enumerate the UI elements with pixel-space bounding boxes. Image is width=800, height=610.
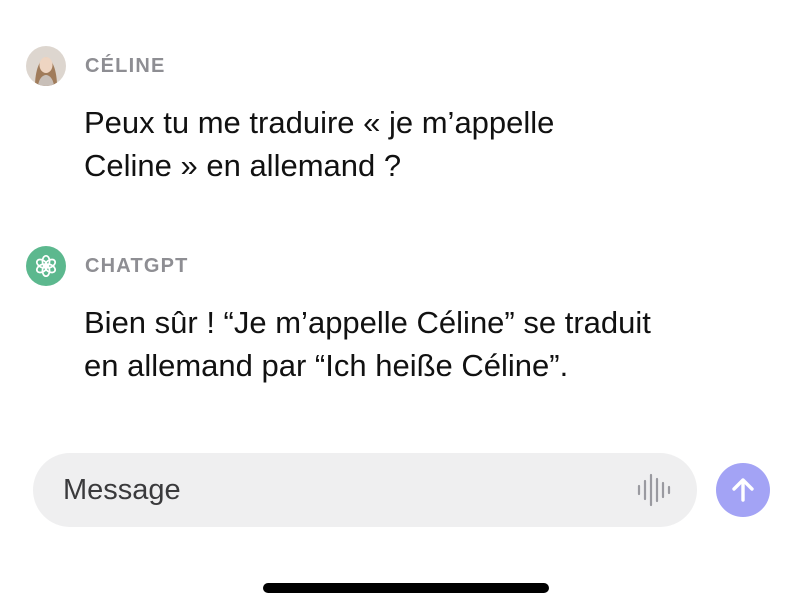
message-line: en allemand par “Ich heiße Céline”. [84,348,569,383]
user-message-header: CÉLINE [26,45,166,87]
message-line: Bien sûr ! “Je m’appelle Céline” se trad… [84,305,651,340]
sender-name: CÉLINE [85,54,166,77]
message-line: Celine » en allemand ? [84,148,402,183]
message-input[interactable] [63,453,603,527]
voice-waveform-icon[interactable] [635,472,673,508]
assistant-message-text: Bien sûr ! “Je m’appelle Céline” se trad… [84,301,764,387]
arrow-up-icon [732,478,754,502]
message-composer [33,453,697,527]
user-message-text: Peux tu me traduire « je m’appelle Celin… [84,101,764,187]
openai-logo-icon [35,254,57,278]
message-line: Peux tu me traduire « je m’appelle [84,105,555,140]
assistant-message-header: CHATGPT [26,245,189,287]
user-photo-avatar-icon [26,46,66,86]
sender-name: CHATGPT [85,254,189,277]
send-button[interactable] [716,463,770,517]
assistant-avatar [26,246,66,286]
user-avatar [26,46,66,86]
home-indicator[interactable] [263,583,549,593]
